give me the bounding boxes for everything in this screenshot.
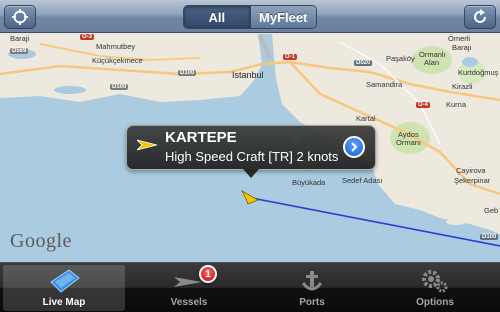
map-label-geb: Geb bbox=[484, 206, 499, 215]
map-label-samandira: Samandira bbox=[366, 80, 403, 89]
app-window: All MyFleet Baraji Mahmutbey Küçükçekmec… bbox=[0, 0, 500, 312]
tab-live-map[interactable]: Live Map bbox=[3, 265, 125, 311]
refresh-icon bbox=[474, 9, 486, 23]
map-label-kucukcekmece: Küçükçekmece bbox=[92, 56, 143, 65]
map-label-alan: Alan bbox=[424, 58, 440, 67]
road-shield-o4: O-4 bbox=[416, 102, 431, 108]
google-logo: Google bbox=[10, 230, 72, 252]
vessel-arrow-icon bbox=[137, 139, 157, 151]
map-label-kurna: Kurna bbox=[446, 100, 467, 109]
road-shield-o1: O-1 bbox=[283, 54, 298, 60]
road-shield-d569: D569 bbox=[10, 48, 29, 54]
map-label-istanbul: Istanbul bbox=[232, 70, 264, 80]
vessel-name: KARTEPE bbox=[165, 129, 237, 146]
road-shield-d020: D020 bbox=[354, 60, 373, 66]
tab-vessels-label: Vessels bbox=[170, 297, 208, 308]
vessel-detail-button[interactable] bbox=[343, 136, 365, 158]
road-shield-d100-mid: D100 bbox=[178, 70, 197, 76]
vessel-info: High Speed Craft [TR] 2 knots bbox=[165, 149, 339, 164]
map-label-kirazli: Kirazli bbox=[452, 82, 473, 91]
segment-all[interactable]: All bbox=[184, 6, 250, 28]
gears-icon bbox=[422, 270, 448, 293]
tab-live-map-label: Live Map bbox=[42, 297, 86, 308]
bottom-tab-bar: Live Map 1 Vessels Ports Options bbox=[0, 262, 500, 312]
refresh-button[interactable] bbox=[464, 5, 496, 29]
road-shield-o3: O-3 bbox=[80, 34, 95, 40]
map-label-sedef-adasi: Sedef Adası bbox=[342, 176, 383, 185]
chevron-right-icon bbox=[351, 142, 358, 152]
map-label-mahmutbey: Mahmutbey bbox=[96, 42, 136, 51]
map-label-pasakoy: Paşaköy bbox=[386, 54, 415, 63]
vessels-badge: 1 bbox=[199, 265, 217, 283]
road-shield-d100-right: D100 bbox=[480, 234, 499, 240]
crosshair-icon bbox=[12, 9, 28, 25]
callout-pointer bbox=[243, 169, 259, 178]
map-label-baraji-right: Barajı bbox=[452, 43, 472, 52]
tab-vessels[interactable]: 1 Vessels bbox=[128, 265, 250, 311]
map-label-kartal: Kartal bbox=[356, 114, 376, 123]
map-label-baraji: Baraji bbox=[10, 34, 30, 43]
tab-options[interactable]: Options bbox=[374, 265, 496, 311]
fleet-filter-segmented-control: All MyFleet bbox=[183, 5, 317, 29]
map-label-sekerpinar: Şekerpinar bbox=[454, 176, 491, 185]
map-label-kurtdogmus: Kurtdoğmuş bbox=[458, 68, 499, 77]
anchor-icon bbox=[301, 271, 323, 291]
tab-ports-label: Ports bbox=[299, 297, 325, 308]
segment-myfleet[interactable]: MyFleet bbox=[249, 6, 316, 28]
vessel-callout[interactable]: KARTEPE High Speed Craft [TR] 2 knots bbox=[126, 125, 376, 178]
road-shield-d100-left: D100 bbox=[110, 84, 129, 90]
map-label-buyukada: Büyükada bbox=[292, 178, 326, 187]
map-label-cayirova: Çayirova bbox=[456, 166, 486, 175]
top-navigation-bar: All MyFleet bbox=[0, 0, 500, 33]
tab-ports[interactable]: Ports bbox=[251, 265, 373, 311]
map-label-ormani: Ormanı bbox=[396, 138, 422, 147]
map-label-omerli: Ömerli bbox=[448, 34, 471, 43]
tab-options-label: Options bbox=[416, 297, 454, 308]
locate-button[interactable] bbox=[4, 5, 36, 29]
map-icon bbox=[50, 269, 80, 293]
